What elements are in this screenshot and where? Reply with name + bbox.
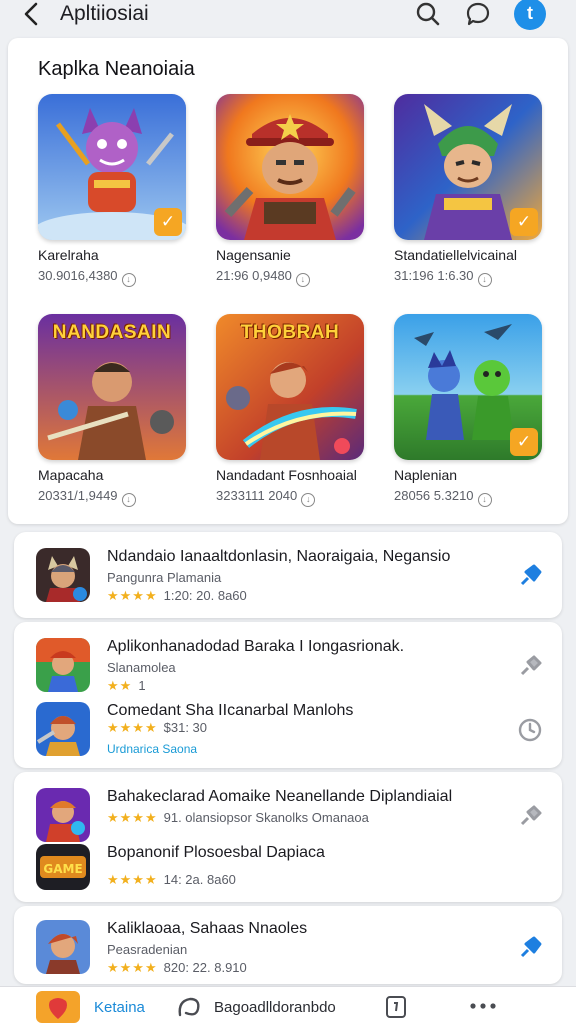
star-rating: ★★ (107, 678, 133, 693)
app-category-link[interactable]: Urdnarica Saona (107, 742, 197, 756)
list-item[interactable]: Ndandaio Ianaaltdonlasin, Naoraigaia, Ne… (14, 542, 562, 610)
app-icon[interactable] (36, 788, 90, 842)
game-meta: 20331/1,9449 ↓ (38, 488, 136, 507)
page-title: Apltiiosiai (60, 2, 149, 25)
app-subtitle: Pangunra Plamania (107, 570, 222, 585)
star-rating: ★★★★ (107, 810, 158, 825)
download-icon: ↓ (295, 273, 310, 287)
featured-game-card[interactable]: NANDASAIN Mapacaha 20331/1,9449 ↓ (38, 314, 208, 524)
pin-icon[interactable] (516, 802, 544, 830)
checkmark-icon: ✓ (510, 208, 538, 236)
game-banner-text: THOBRAH (240, 322, 340, 343)
search-icon[interactable] (414, 0, 442, 28)
app-rating: ★★★★ 1:20: 20. 8a60 (107, 588, 247, 603)
game-meta: 3233111 2040 ↓ (216, 488, 316, 507)
list-card: Kaliklaoaa, Sahaas Nnaoles Peasradenian … (14, 906, 562, 984)
download-icon: ↓ (301, 493, 316, 507)
app-rating: ★★★★ 14: 2a. 8a60 (107, 872, 236, 887)
app-rating: ★★★★ 820: 22. 8.910 (107, 960, 247, 975)
game-thumbnail[interactable]: ✓ (38, 94, 186, 240)
chat-bubble-icon[interactable] (464, 0, 492, 28)
game-name: Standatiellelvicainal (394, 247, 517, 263)
profile-avatar-button[interactable]: t (514, 0, 546, 30)
list-item[interactable]: Kaliklaoaa, Sahaas Nnaoles Peasradenian … (14, 914, 562, 982)
checkmark-icon: ✓ (510, 428, 538, 456)
featured-game-card[interactable]: ✓ Naplenian 28056 5.3210 ↓ (394, 314, 564, 524)
featured-section: Kaplka Neanoiaia ✓ Karelraha 30.9016,438… (8, 38, 568, 524)
download-icon: ↓ (121, 493, 136, 507)
game-thumbnail[interactable]: THOBRAH (216, 314, 364, 460)
app-title: Ndandaio Ianaaltdonlasin, Naoraigaia, Ne… (107, 548, 451, 565)
featured-game-card[interactable]: Nagensanie 21:96 0,9480 ↓ (216, 94, 386, 304)
app-title: Aplikonhanadodad Baraka I Iongasrionak. (107, 638, 405, 655)
game-meta: 30.9016,4380 ↓ (38, 268, 136, 287)
bottom-navigation: Ketaina Bagoadlldoranbdo (0, 986, 576, 1024)
list-card: Aplikonhanadodad Baraka I Iongasrionak. … (14, 622, 562, 768)
app-title: Comedant Sha IIcanarbal Manlohs (107, 702, 354, 719)
app-subtitle: Slanamolea (107, 660, 176, 675)
download-icon: ↓ (477, 273, 492, 287)
pin-icon[interactable] (516, 652, 544, 680)
app-icon[interactable] (36, 920, 90, 974)
game-thumbnail[interactable]: ✓ (394, 314, 542, 460)
game-meta: 31:196 1:6.30 ↓ (394, 268, 492, 287)
featured-game-card[interactable]: ✓ Karelraha 30.9016,4380 ↓ (38, 94, 208, 304)
app-icon[interactable] (36, 638, 90, 692)
more-icon[interactable] (468, 999, 498, 1024)
game-banner-text: NANDASAIN (52, 322, 172, 343)
game-name: Nagensanie (216, 247, 291, 263)
app-title: Kaliklaoaa, Sahaas Nnaoles (107, 920, 308, 937)
download-icon: ↓ (477, 493, 492, 507)
star-rating: ★★★★ (107, 720, 158, 735)
app-icon[interactable] (36, 702, 90, 756)
featured-game-card[interactable]: THOBRAH Nandadant Fosnhoaial 3233111 204… (216, 314, 386, 524)
game-thumbnail[interactable]: ✓ (394, 94, 542, 240)
app-icon[interactable] (36, 548, 90, 602)
app-rating: ★★★★ $31: 30 (107, 720, 207, 735)
clock-icon[interactable] (516, 716, 544, 744)
star-rating: ★★★★ (107, 872, 158, 887)
list-card: Bahakeclarad Aomaike Neanellande Dipland… (14, 772, 562, 902)
app-title: Bopanonif Plosoesbal Dapiaca (107, 844, 325, 861)
featured-game-card[interactable]: ✓ Standatiellelvicainal 31:196 1:6.30 ↓ (394, 94, 564, 304)
download-icon: ↓ (121, 273, 136, 287)
pin-icon[interactable] (516, 934, 544, 962)
game-meta: 21:96 0,9480 ↓ (216, 268, 310, 287)
star-rating: ★★★★ (107, 588, 158, 603)
checkmark-icon: ✓ (154, 208, 182, 236)
tab-games[interactable]: Ketaina (94, 999, 145, 1016)
app-title: Bahakeclarad Aomaike Neanellande Dipland… (107, 788, 453, 805)
list-card: Ndandaio Ianaaltdonlasin, Naoraigaia, Ne… (14, 532, 562, 618)
list-item[interactable]: Comedant Sha IIcanarbal Manlohs ★★★★ $31:… (14, 696, 562, 764)
app-rating: ★★★★ 91. olansiopsor Skanolks Omanaoa (107, 810, 369, 825)
app-subtitle: Peasradenian (107, 942, 188, 957)
game-name: Mapacaha (38, 467, 104, 483)
library-tab-icon[interactable] (384, 995, 408, 1024)
swirl-icon[interactable] (174, 993, 204, 1024)
game-thumbnail[interactable]: NANDASAIN (38, 314, 186, 460)
app-icon[interactable]: GAME (36, 844, 90, 890)
list-item[interactable]: GAME Bopanonif Plosoesbal Dapiaca ★★★★ 14… (14, 838, 562, 906)
top-bar: Apltiiosiai t (0, 0, 576, 36)
pin-icon[interactable] (516, 562, 544, 590)
game-meta: 28056 5.3210 ↓ (394, 488, 492, 507)
games-tab-icon[interactable] (36, 991, 80, 1023)
game-name: Naplenian (394, 467, 458, 483)
game-thumbnail[interactable] (216, 94, 364, 240)
svg-text:GAME: GAME (43, 862, 82, 876)
tab-browse[interactable]: Bagoadlldoranbdo (214, 999, 336, 1016)
section-title: Kaplka Neanoiaia (38, 58, 195, 80)
game-name: Nandadant Fosnhoaial (216, 467, 357, 483)
game-name: Karelraha (38, 247, 99, 263)
app-rating: ★★ 1 (107, 678, 146, 693)
star-rating: ★★★★ (107, 960, 158, 975)
list-item[interactable]: Aplikonhanadodad Baraka I Iongasrionak. … (14, 632, 562, 700)
chevron-left-icon[interactable] (18, 0, 46, 28)
